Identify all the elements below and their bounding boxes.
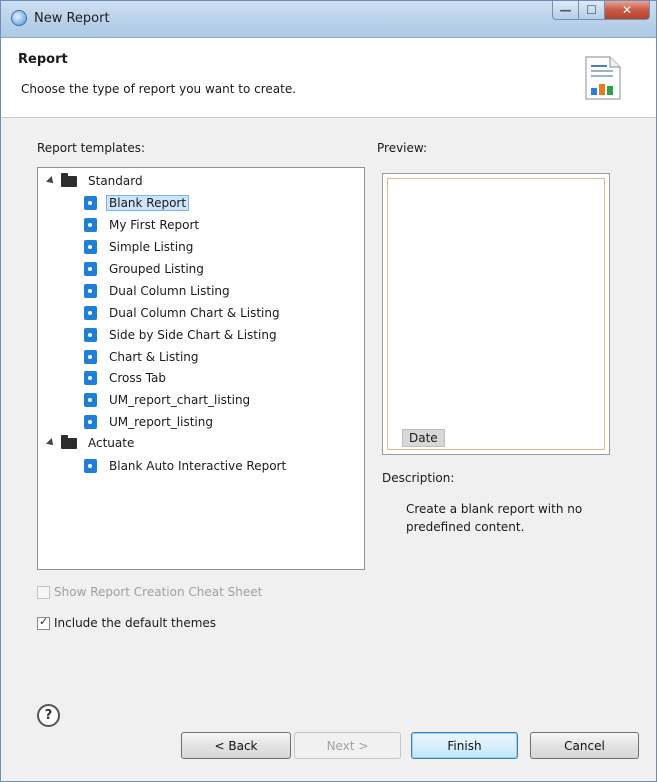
template-label: Dual Column Listing [109,284,230,298]
template-item-cross-tab[interactable]: Cross Tab [84,368,169,388]
template-label: Chart & Listing [109,350,199,364]
tree-group-label: Standard [88,174,143,188]
cheat-sheet-checkbox [37,585,50,599]
template-label: Side by Side Chart & Listing [109,328,277,342]
template-item-blank-auto-interactive-report[interactable]: Blank Auto Interactive Report [84,456,289,476]
template-label: Dual Column Chart & Listing [109,306,280,320]
template-label: UM_report_listing [109,415,213,429]
template-label: Simple Listing [109,240,194,254]
template-item-my-first-report[interactable]: My First Report [84,215,202,235]
preview-pane: Date [382,173,610,455]
cheat-sheet-label: Show Report Creation Cheat Sheet [54,585,263,599]
report-template-icon [84,415,97,429]
report-template-icon [84,284,97,298]
report-template-icon [84,218,97,232]
report-templates-tree[interactable]: Standard Blank Report My First Report Si… [37,167,365,570]
report-template-icon [84,262,97,276]
window-controls: — ☐ ✕ [552,1,650,21]
wizard-header: Report Choose the type of report you wan… [1,38,656,118]
page-title: Report [18,52,68,67]
template-item-simple-listing[interactable]: Simple Listing [84,237,196,257]
report-template-icon [84,196,97,210]
report-template-icon [84,328,97,342]
folder-icon [61,434,77,449]
template-item-um-report-listing[interactable]: UM_report_listing [84,412,216,432]
template-item-blank-report[interactable]: Blank Report [84,193,190,213]
template-label: Grouped Listing [109,262,204,276]
finish-button[interactable]: Finish [411,732,518,759]
report-template-icon [84,240,97,254]
template-label: Blank Auto Interactive Report [109,459,287,473]
help-icon: ? [44,708,53,723]
back-button[interactable]: < Back [181,732,291,759]
minimize-icon: — [559,3,572,17]
template-item-chart-listing[interactable]: Chart & Listing [84,347,202,367]
minimize-button[interactable]: — [552,1,579,20]
report-app-icon [11,10,27,26]
window-title: New Report [34,11,110,26]
tree-group-label: Actuate [88,436,135,450]
tree-group-actuate[interactable]: Actuate [46,433,137,453]
folder-icon [61,172,77,187]
cheat-sheet-option: Show Report Creation Cheat Sheet [37,585,262,599]
report-template-icon [84,393,97,407]
help-button[interactable]: ? [37,704,60,727]
report-template-icon [84,371,97,385]
template-item-side-by-side-chart-listing[interactable]: Side by Side Chart & Listing [84,325,280,345]
report-template-icon [84,306,97,320]
page-description: Choose the type of report you want to cr… [21,82,297,96]
preview-page: Date [387,178,605,450]
template-item-dual-column-listing[interactable]: Dual Column Listing [84,281,233,301]
expand-icon[interactable] [46,176,56,186]
report-template-icon [84,350,97,364]
preview-label: Preview: [377,141,428,155]
new-report-dialog: New Report — ☐ ✕ Report Choose the type … [0,0,657,782]
report-template-icon [84,459,97,473]
template-label: Cross Tab [109,371,167,385]
close-icon: ✕ [621,3,633,17]
next-button: Next > [294,732,401,759]
template-item-grouped-listing[interactable]: Grouped Listing [84,259,207,279]
close-button[interactable]: ✕ [605,1,650,20]
default-themes-checkbox[interactable] [37,615,50,630]
template-label: Blank Report [106,195,190,211]
template-label: UM_report_chart_listing [109,393,251,407]
template-item-um-report-chart-listing[interactable]: UM_report_chart_listing [84,390,253,410]
maximize-button[interactable]: ☐ [579,1,605,20]
maximize-icon: ☐ [586,3,597,17]
template-label: My First Report [109,218,200,232]
description-text: Create a blank report with no predefined… [406,502,583,534]
report-wizard-icon [585,56,621,100]
default-themes-label[interactable]: Include the default themes [54,616,216,630]
title-bar[interactable]: New Report — ☐ ✕ [1,1,656,38]
template-item-dual-column-chart-listing[interactable]: Dual Column Chart & Listing [84,303,283,323]
report-templates-label: Report templates: [37,141,146,155]
cancel-button[interactable]: Cancel [530,732,639,759]
default-themes-option[interactable]: Include the default themes [37,615,216,630]
expand-icon[interactable] [46,438,56,448]
preview-date-chip: Date [402,429,445,447]
tree-group-standard[interactable]: Standard [46,171,146,191]
description-label: Description: [382,471,455,485]
